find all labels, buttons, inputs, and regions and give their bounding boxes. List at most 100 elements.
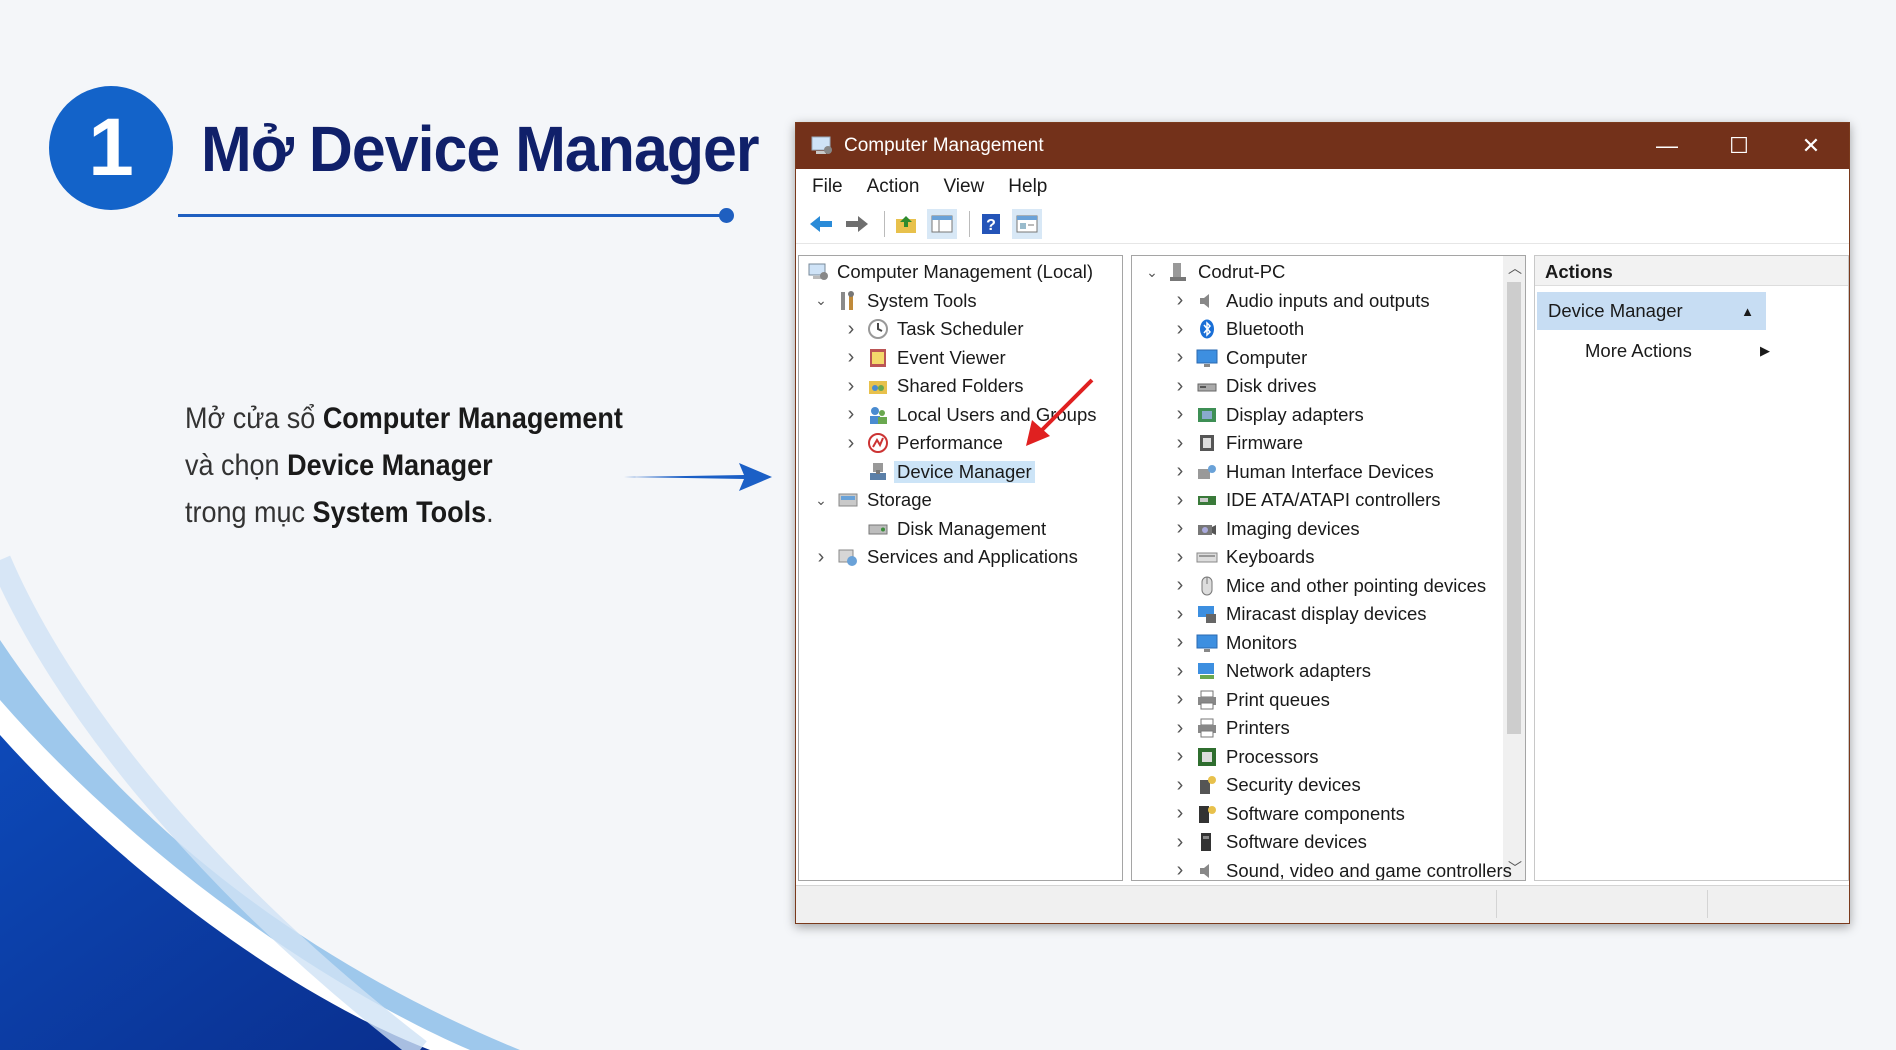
chevron-right-icon[interactable]: › [1172, 403, 1188, 425]
device-category-disk-drives[interactable]: › Disk drives [1132, 372, 1525, 400]
chevron-right-icon[interactable]: › [843, 375, 859, 397]
actions-section-label: Device Manager [1548, 300, 1683, 321]
tree-item-system-tools[interactable]: ⌄ System Tools [799, 287, 1122, 315]
processor-icon [1196, 746, 1218, 768]
device-category-computer[interactable]: › Computer [1132, 344, 1525, 372]
chevron-right-icon[interactable]: › [843, 318, 859, 340]
device-category-imaging-devices[interactable]: › Imaging devices [1132, 515, 1525, 543]
actions-section-device-manager[interactable]: Device Manager ▲ [1537, 292, 1766, 330]
chevron-right-icon[interactable]: › [1172, 774, 1188, 796]
chevron-right-icon[interactable]: › [1172, 318, 1188, 340]
tree-item-label: Shared Folders [897, 375, 1024, 396]
device-category-audio-inputs-and-outputs[interactable]: › Audio inputs and outputs [1132, 287, 1525, 315]
disk-management-icon [867, 518, 889, 540]
device-category-mice-and-other-pointing-devices[interactable]: › Mice and other pointing devices [1132, 572, 1525, 600]
chevron-down-icon[interactable]: ⌄ [813, 292, 829, 309]
tree-item-label: Performance [897, 432, 1003, 453]
security-device-icon [1196, 774, 1218, 796]
chevron-right-icon[interactable]: › [1172, 831, 1188, 853]
chevron-right-icon[interactable]: › [843, 403, 859, 425]
device-category-ide-ata-atapi-controllers[interactable]: › IDE ATA/ATAPI controllers [1132, 486, 1525, 514]
maximize-button[interactable]: ☐ [1703, 123, 1775, 169]
software-component-icon [1196, 803, 1218, 825]
hid-icon [1196, 461, 1218, 483]
device-category-network-adapters[interactable]: › Network adapters [1132, 657, 1525, 685]
device-category-software-components[interactable]: › Software components [1132, 800, 1525, 828]
device-category-printers[interactable]: › Printers [1132, 714, 1525, 742]
svg-text:?: ? [986, 217, 996, 234]
chevron-right-icon[interactable]: › [1172, 489, 1188, 511]
chevron-right-icon[interactable]: › [1172, 546, 1188, 568]
chevron-right-icon[interactable]: › [1172, 717, 1188, 739]
chevron-right-icon[interactable]: › [1172, 859, 1188, 880]
menu-view[interactable]: View [943, 176, 984, 198]
tree-item-computer-management-local[interactable]: Computer Management (Local) [799, 258, 1122, 286]
device-category-bluetooth[interactable]: › Bluetooth [1132, 315, 1525, 343]
device-category-miracast-display-devices[interactable]: › Miracast display devices [1132, 600, 1525, 628]
more-actions-item[interactable]: More Actions ▶ [1585, 336, 1770, 366]
properties-icon[interactable] [1012, 208, 1042, 239]
slide-title: Mở Device Manager [201, 113, 760, 185]
back-arrow-icon[interactable] [806, 209, 836, 239]
collapse-up-icon[interactable]: ▲ [1741, 304, 1754, 319]
chevron-right-icon[interactable]: › [843, 432, 859, 454]
tree-item-disk-management[interactable]: Disk Management [799, 515, 1122, 543]
network-adapter-icon [1196, 660, 1218, 682]
help-icon[interactable]: ? [976, 209, 1006, 239]
chevron-right-icon[interactable]: › [813, 546, 829, 568]
device-category-sound-video-and-game-controllers[interactable]: › Sound, video and game controllers [1132, 857, 1525, 880]
tree-item-services-and-applications[interactable]: › Services and Applications [799, 543, 1122, 571]
menu-action[interactable]: Action [867, 176, 920, 198]
annotation-arrow-icon [1026, 378, 1094, 446]
performance-icon [867, 432, 889, 454]
device-category-software-devices[interactable]: › Software devices [1132, 828, 1525, 856]
device-category-keyboards[interactable]: › Keyboards [1132, 543, 1525, 571]
device-category-firmware[interactable]: › Firmware [1132, 429, 1525, 457]
close-button[interactable]: ✕ [1775, 123, 1847, 169]
chevron-right-icon[interactable]: › [843, 346, 859, 368]
device-category-human-interface-devices[interactable]: › Human Interface Devices [1132, 458, 1525, 486]
chevron-right-icon[interactable]: › [1172, 517, 1188, 539]
menu-help[interactable]: Help [1008, 176, 1047, 198]
device-tree: ︿ ﹀ ⌄ Codrut-PC › Audio inputs and outputs ›… [1131, 255, 1526, 881]
tree-item-label: Storage [867, 489, 932, 510]
tree-item-device-manager[interactable]: Device Manager [799, 458, 1122, 486]
actions-pane: Actions Device Manager ▲ More Actions ▶ [1534, 255, 1849, 881]
speaker-icon [1196, 290, 1218, 312]
up-folder-icon[interactable] [891, 209, 921, 239]
clock-icon [867, 318, 889, 340]
tree-item-storage[interactable]: ⌄ Storage [799, 486, 1122, 514]
tree-item-label: Task Scheduler [897, 318, 1024, 339]
chevron-right-icon[interactable]: › [1172, 802, 1188, 824]
chevron-right-icon[interactable]: › [1172, 574, 1188, 596]
tree-item-task-scheduler[interactable]: › Task Scheduler [799, 315, 1122, 343]
device-category-processors[interactable]: › Processors [1132, 743, 1525, 771]
chevron-right-icon[interactable]: › [1172, 375, 1188, 397]
chevron-right-icon[interactable]: › [1172, 432, 1188, 454]
chevron-right-icon[interactable]: › [1172, 631, 1188, 653]
tree-item-label: Computer [1226, 346, 1308, 368]
device-category-display-adapters[interactable]: › Display adapters [1132, 401, 1525, 429]
chevron-right-icon[interactable]: › [1172, 346, 1188, 368]
menu-file[interactable]: File [812, 176, 843, 198]
computer-management-icon [807, 261, 829, 283]
chevron-down-icon[interactable]: ⌄ [1144, 264, 1160, 280]
show-hide-tree-icon[interactable] [927, 208, 957, 239]
device-tree-root[interactable]: ⌄ Codrut-PC [1132, 258, 1525, 286]
chevron-right-icon[interactable]: › [1172, 460, 1188, 482]
chevron-down-icon[interactable]: ⌄ [813, 492, 829, 508]
chevron-right-icon[interactable]: › [1172, 745, 1188, 767]
device-category-print-queues[interactable]: › Print queues [1132, 686, 1525, 714]
device-category-security-devices[interactable]: › Security devices [1132, 771, 1525, 799]
chevron-right-icon[interactable]: › [1172, 603, 1188, 625]
tree-item-event-viewer[interactable]: › Event Viewer [799, 344, 1122, 372]
device-category-monitors[interactable]: › Monitors [1132, 629, 1525, 657]
minimize-button[interactable]: — [1631, 123, 1703, 169]
chevron-right-icon[interactable]: › [1172, 289, 1188, 311]
chevron-right-icon[interactable]: › [1172, 660, 1188, 682]
tree-item-label: System Tools [867, 289, 977, 311]
title-bar[interactable]: Computer Management — ☐ ✕ [796, 123, 1849, 169]
tree-item-label: Event Viewer [897, 346, 1006, 368]
forward-arrow-icon[interactable] [842, 209, 872, 239]
chevron-right-icon[interactable]: › [1172, 688, 1188, 710]
